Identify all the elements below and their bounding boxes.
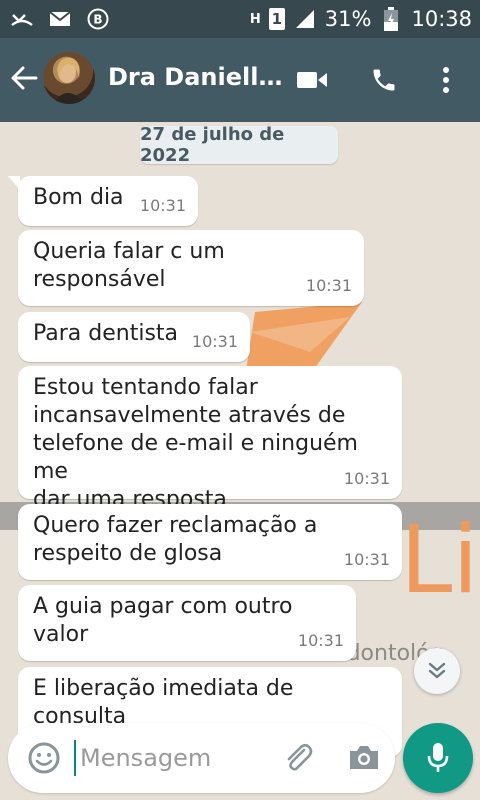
date-chip-label: 27 de julho de 2022 [140,124,285,166]
missed-call-icon [10,7,34,31]
message-bubble[interactable]: Para dentista 10:31 [18,312,250,362]
sim-1-icon: 1 [268,8,285,30]
watermark-brand: Life [400,506,480,615]
message-time: 10:31 [343,469,390,488]
signal-icon [293,7,317,31]
message-composer [8,723,395,793]
chat-area[interactable]: Life Plano Odontológ 27 de julho de 2022… [0,122,480,800]
scroll-down-button[interactable] [414,648,460,694]
emoji-icon[interactable] [26,740,62,776]
message-time: 10:31 [191,332,238,351]
message-time: 10:31 [343,550,390,569]
back-arrow-icon[interactable] [10,64,38,92]
microphone-icon [427,743,449,772]
attach-clip-icon[interactable] [280,740,316,776]
message-time: 10:31 [297,631,344,650]
date-chip: 27 de julho de 2022 [140,124,338,166]
phone-icon[interactable] [366,62,402,98]
status-bar: B H 1 31% 10:38 [0,0,480,38]
avatar[interactable] [43,52,95,104]
double-chevron-down-icon [428,662,446,679]
voice-message-button[interactable] [403,723,473,793]
svg-text:B: B [93,13,102,27]
data-h-icon: H [249,11,261,27]
clock: 10:38 [411,7,472,31]
chat-header: Dra Danielle… [0,38,480,122]
message-bubble[interactable]: Estou tentando falar incansavelmente atr… [18,366,402,512]
message-bubble[interactable]: Bom dia 10:31 [8,176,198,226]
message-bubble[interactable]: A guia pagar com outro valor 10:31 [18,585,356,661]
battery-percent: 31% [324,7,372,31]
message-text: Estou tentando falar incansavelmente atr… [33,375,358,512]
battery-charging-icon [379,7,403,31]
camera-icon[interactable] [346,740,382,776]
message-time: 10:31 [305,276,352,295]
contact-name[interactable]: Dra Danielle… [108,63,284,91]
sim-slot-label: 1 [271,10,282,28]
video-call-icon[interactable] [294,62,330,98]
message-bubble[interactable]: Quero fazer reclamação a respeito de glo… [18,504,402,580]
message-text: Queria falar c um responsável [33,239,232,292]
b-app-icon: B [86,7,110,31]
message-time: 10:31 [139,196,186,215]
message-input[interactable] [74,740,274,776]
message-text: Quero fazer reclamação a respeito de glo… [33,513,318,566]
more-vert-icon[interactable] [428,62,464,98]
message-bubble[interactable]: Queria falar c um responsável 10:31 [18,230,364,306]
message-text: A guia pagar com outro valor [33,594,300,647]
mail-icon [48,7,72,31]
